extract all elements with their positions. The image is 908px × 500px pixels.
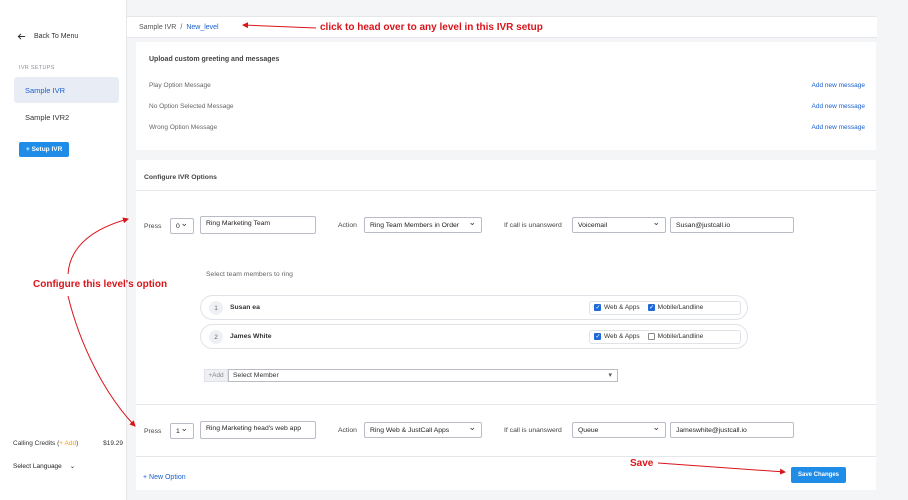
member-row: 2 James White Web & Apps Mobile/Landline <box>200 324 748 349</box>
back-label: Back To Menu <box>34 33 79 40</box>
action-select[interactable]: Ring Team Members in Order <box>364 217 482 233</box>
divider <box>136 190 876 191</box>
add-message-link[interactable]: Add new message <box>812 124 865 131</box>
breadcrumb-current[interactable]: New_level <box>186 24 218 31</box>
breadcrumb-root[interactable]: Sample IVR <box>139 24 176 31</box>
message-row: Play Option Message Add new message <box>149 82 865 89</box>
add-message-link[interactable]: Add new message <box>812 103 865 110</box>
main-content: Sample IVR / New_level Upload custom gre… <box>127 0 908 500</box>
setup-ivr-button[interactable]: + Setup IVR <box>19 142 70 157</box>
mobile-checkbox[interactable]: Mobile/Landline <box>647 304 704 312</box>
credits-label: Calling Credits ( <box>13 440 60 447</box>
unanswered-label: If call is unanswerd <box>504 222 562 229</box>
sidebar-item-sample-ivr2[interactable]: Sample IVR2 <box>14 104 119 130</box>
message-label: No Option Selected Message <box>149 103 234 110</box>
member-number: 1 <box>209 301 223 315</box>
unanswered-label: If call is unanswerd <box>504 427 562 434</box>
sidebar-item-label: Sample IVR <box>25 85 66 95</box>
add-credits-link[interactable]: + Add <box>59 440 76 447</box>
greeting-title: Upload custom greeting and messages <box>149 56 280 63</box>
credits-close: ) <box>76 440 79 447</box>
message-label: Wrong Option Message <box>149 124 218 131</box>
breadcrumb-separator: / <box>180 23 183 31</box>
member-checks: Web & Apps Mobile/Landline <box>589 301 741 315</box>
action-label: Action <box>338 427 357 434</box>
credits-amount: $19.29 <box>103 440 123 447</box>
new-option-link[interactable]: + New Option <box>143 474 186 481</box>
divider <box>136 404 876 405</box>
arrow-left-icon <box>17 33 26 40</box>
web-apps-checkbox[interactable]: Web & Apps <box>594 333 640 341</box>
fallback-select[interactable]: Voicemail <box>572 217 666 233</box>
language-label: Select Language <box>13 462 62 470</box>
calling-credits: Calling Credits (+ Add) $19.29 <box>13 440 123 447</box>
ivr-setups-heading: IVR SETUPS <box>19 65 55 71</box>
checkbox-icon <box>594 333 601 341</box>
annotation-save: Save <box>630 458 654 469</box>
sidebar: Back To Menu IVR SETUPS Sample IVR Sampl… <box>0 0 127 500</box>
web-apps-label: Web & Apps <box>604 304 640 312</box>
option-name-input[interactable]: Ring Marketing head's web app <box>200 421 316 439</box>
chevron-down-icon: ⌄ <box>69 463 76 470</box>
message-row: Wrong Option Message Add new message <box>149 124 865 131</box>
member-name: James White <box>230 333 272 340</box>
action-select[interactable]: Ring Web & JustCall Apps <box>364 422 482 438</box>
fallback-target-input[interactable]: Susan@justcall.io <box>670 217 794 233</box>
ring-title: Select team members to ring <box>206 271 293 278</box>
action-label: Action <box>338 222 357 229</box>
select-member-dropdown[interactable]: Select Member <box>228 369 618 382</box>
add-member: +Add Select Member <box>204 369 618 382</box>
option-name-input[interactable]: Ring Marketing Team <box>200 216 316 234</box>
annotation-breadcrumb: click to head over to any level in this … <box>320 22 543 33</box>
web-apps-checkbox[interactable]: Web & Apps <box>594 304 640 312</box>
checkbox-icon <box>594 304 601 312</box>
key-select[interactable]: 1 <box>170 423 194 439</box>
language-select[interactable]: Select Language ⌄ <box>13 462 76 471</box>
ivr-options-card: Configure IVR Options Press 0 Ring Marke… <box>136 160 876 490</box>
key-select[interactable]: 0 <box>170 218 194 234</box>
web-apps-label: Web & Apps <box>604 333 640 341</box>
mobile-checkbox[interactable]: Mobile/Landline <box>647 333 704 341</box>
add-member-button[interactable]: +Add <box>204 369 228 382</box>
member-number: 2 <box>209 330 223 344</box>
sidebar-item-sample-ivr[interactable]: Sample IVR <box>14 77 119 103</box>
mobile-label: Mobile/Landline <box>657 304 704 312</box>
add-message-link[interactable]: Add new message <box>812 82 865 89</box>
mobile-label: Mobile/Landline <box>657 333 704 341</box>
member-name: Susan ea <box>230 304 260 311</box>
message-row: No Option Selected Message Add new messa… <box>149 103 865 110</box>
annotation-configure: Configure this level's option <box>33 279 168 290</box>
back-to-menu-link[interactable]: Back To Menu <box>17 32 78 41</box>
greeting-card: Upload custom greeting and messages Play… <box>136 42 876 150</box>
fallback-select[interactable]: Queue <box>572 422 666 438</box>
checkbox-icon <box>647 304 655 312</box>
divider <box>136 456 876 457</box>
sidebar-item-label: Sample IVR2 <box>25 112 70 122</box>
member-checks: Web & Apps Mobile/Landline <box>589 330 741 344</box>
member-row: 1 Susan ea Web & Apps Mobile/Landline <box>200 295 748 320</box>
press-label: Press <box>144 223 162 230</box>
checkbox-icon <box>647 333 655 341</box>
message-label: Play Option Message <box>149 82 211 89</box>
fallback-target-input[interactable]: Jameswhite@justcall.io <box>670 422 794 438</box>
press-label: Press <box>144 428 162 435</box>
save-changes-button[interactable]: Save Changes <box>791 467 846 483</box>
options-title: Configure IVR Options <box>144 174 217 181</box>
